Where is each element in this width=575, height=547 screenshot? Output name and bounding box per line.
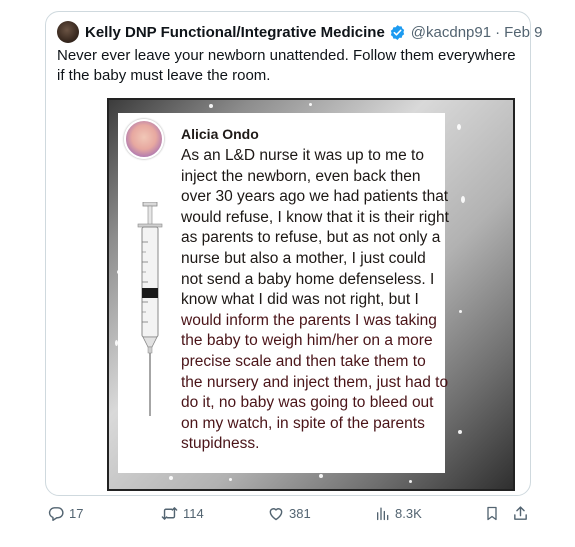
views-button[interactable]: 8.3K bbox=[375, 505, 422, 522]
views-chart-icon bbox=[375, 505, 391, 522]
author-handle[interactable]: @kacdnp91 bbox=[411, 24, 491, 41]
like-count: 381 bbox=[289, 506, 311, 521]
reply-count: 17 bbox=[69, 506, 84, 521]
repost-icon bbox=[160, 505, 179, 522]
post-author-avatar bbox=[124, 119, 164, 159]
share-icon bbox=[512, 505, 529, 522]
post-body-part-1: As an L&D nurse it was up to me to injec… bbox=[181, 147, 449, 309]
author-avatar[interactable] bbox=[57, 21, 79, 43]
verified-badge-icon bbox=[389, 24, 406, 41]
repost-button[interactable]: 114 bbox=[160, 505, 204, 522]
views-count: 8.3K bbox=[395, 506, 422, 521]
tweet-actions: 17 114 381 8.3K bbox=[45, 505, 531, 527]
tweet-text: Never ever leave your newborn unattended… bbox=[57, 47, 516, 84]
bookmark-icon bbox=[484, 505, 500, 522]
post-author-name: Alicia Ondo bbox=[181, 126, 259, 142]
repost-count: 114 bbox=[183, 506, 204, 521]
tweet-header: Kelly DNP Functional/Integrative Medicin… bbox=[57, 21, 542, 43]
dot-separator: · bbox=[495, 23, 501, 41]
post-body-text: As an L&D nurse it was up to me to injec… bbox=[181, 146, 451, 455]
tweet-date[interactable]: Feb 9 bbox=[504, 24, 542, 41]
share-button[interactable] bbox=[512, 505, 529, 522]
author-name[interactable]: Kelly DNP Functional/Integrative Medicin… bbox=[85, 24, 385, 41]
syringe-illustration bbox=[130, 201, 170, 417]
bookmark-button[interactable] bbox=[484, 505, 500, 522]
heart-icon bbox=[267, 505, 285, 522]
reply-button[interactable]: 17 bbox=[48, 505, 83, 522]
post-body-part-2: would inform the parents I was taking th… bbox=[181, 311, 449, 453]
reply-icon bbox=[48, 505, 65, 522]
like-button[interactable]: 381 bbox=[267, 505, 311, 522]
